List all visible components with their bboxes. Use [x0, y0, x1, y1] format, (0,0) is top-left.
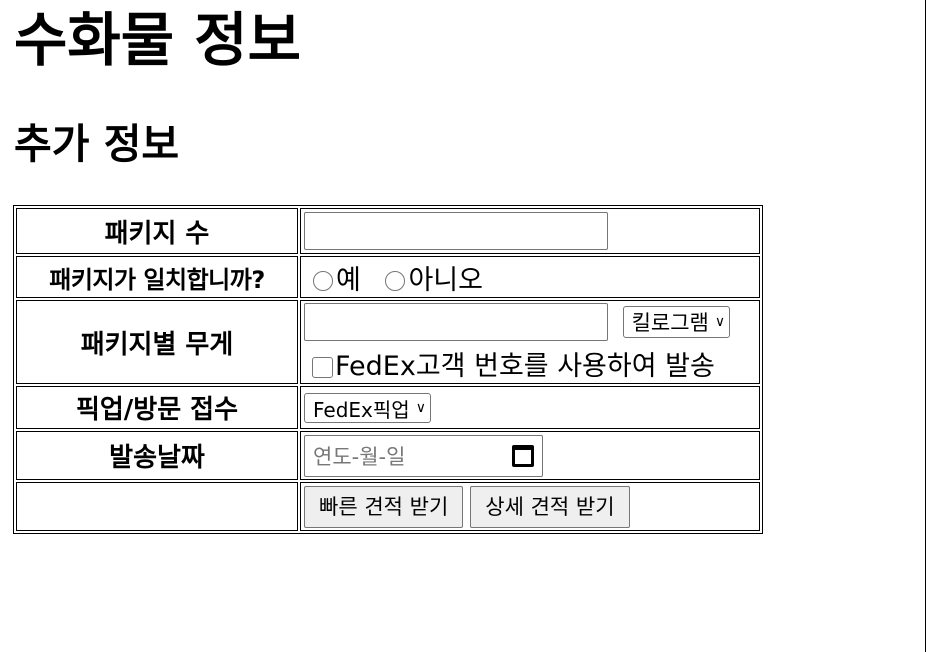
ship-date-placeholder: 연도-월-일 — [313, 444, 406, 469]
radio-yes-label: 예 — [336, 264, 361, 296]
calendar-icon[interactable] — [512, 444, 534, 467]
ship-date-input[interactable]: 연도-월-일 — [304, 434, 543, 477]
account-checkbox[interactable] — [312, 357, 333, 378]
shipment-form-table: 패키지 수 패키지가 일치합니까? 예 아니오 패키지별 무게 킬로그램 ∨ Fe… — [13, 205, 763, 534]
row-package-count: 패키지 수 — [16, 208, 760, 254]
pickup-select-value: FedEx픽업 — [313, 397, 410, 422]
empty-cell — [16, 482, 298, 531]
row-ship-date: 발송날짜 연도-월-일 — [16, 431, 760, 480]
section-subtitle: 추가 정보 — [14, 120, 180, 168]
weight-input[interactable] — [304, 303, 608, 341]
weight-label: 패키지별 무게 — [16, 300, 298, 384]
row-identical: 패키지가 일치합니까? 예 아니오 — [16, 256, 760, 298]
account-checkbox-label: FedEx고객 번호를 사용하여 발송 — [335, 351, 715, 382]
weight-unit-select[interactable]: 킬로그램 ∨ — [622, 306, 731, 338]
radio-yes[interactable] — [313, 271, 333, 291]
identical-label: 패키지가 일치합니까? — [16, 256, 298, 298]
radio-no-label: 아니오 — [408, 264, 483, 296]
chevron-down-icon: ∨ — [714, 314, 726, 330]
quick-quote-button[interactable]: 빠른 견적 받기 — [304, 485, 464, 528]
row-weight: 패키지별 무게 킬로그램 ∨ FedEx고객 번호를 사용하여 발송 — [16, 300, 760, 384]
radio-no[interactable] — [385, 271, 406, 291]
ship-date-label: 발송날짜 — [16, 431, 298, 480]
row-buttons: 빠른 견적 받기 상세 견적 받기 — [16, 482, 760, 531]
weight-unit-value: 킬로그램 — [631, 311, 709, 335]
row-pickup: 픽업/방문 접수 FedEx픽업 ∨ — [16, 386, 760, 429]
pickup-label: 픽업/방문 접수 — [16, 386, 298, 429]
package-count-label: 패키지 수 — [16, 208, 298, 254]
chevron-down-icon: ∨ — [415, 400, 426, 417]
pickup-select[interactable]: FedEx픽업 ∨ — [304, 393, 431, 424]
right-edge-line — [925, 0, 926, 652]
package-count-input[interactable] — [304, 212, 608, 250]
detailed-quote-button[interactable]: 상세 견적 받기 — [470, 485, 630, 528]
page-title: 수화물 정보 — [14, 6, 301, 74]
